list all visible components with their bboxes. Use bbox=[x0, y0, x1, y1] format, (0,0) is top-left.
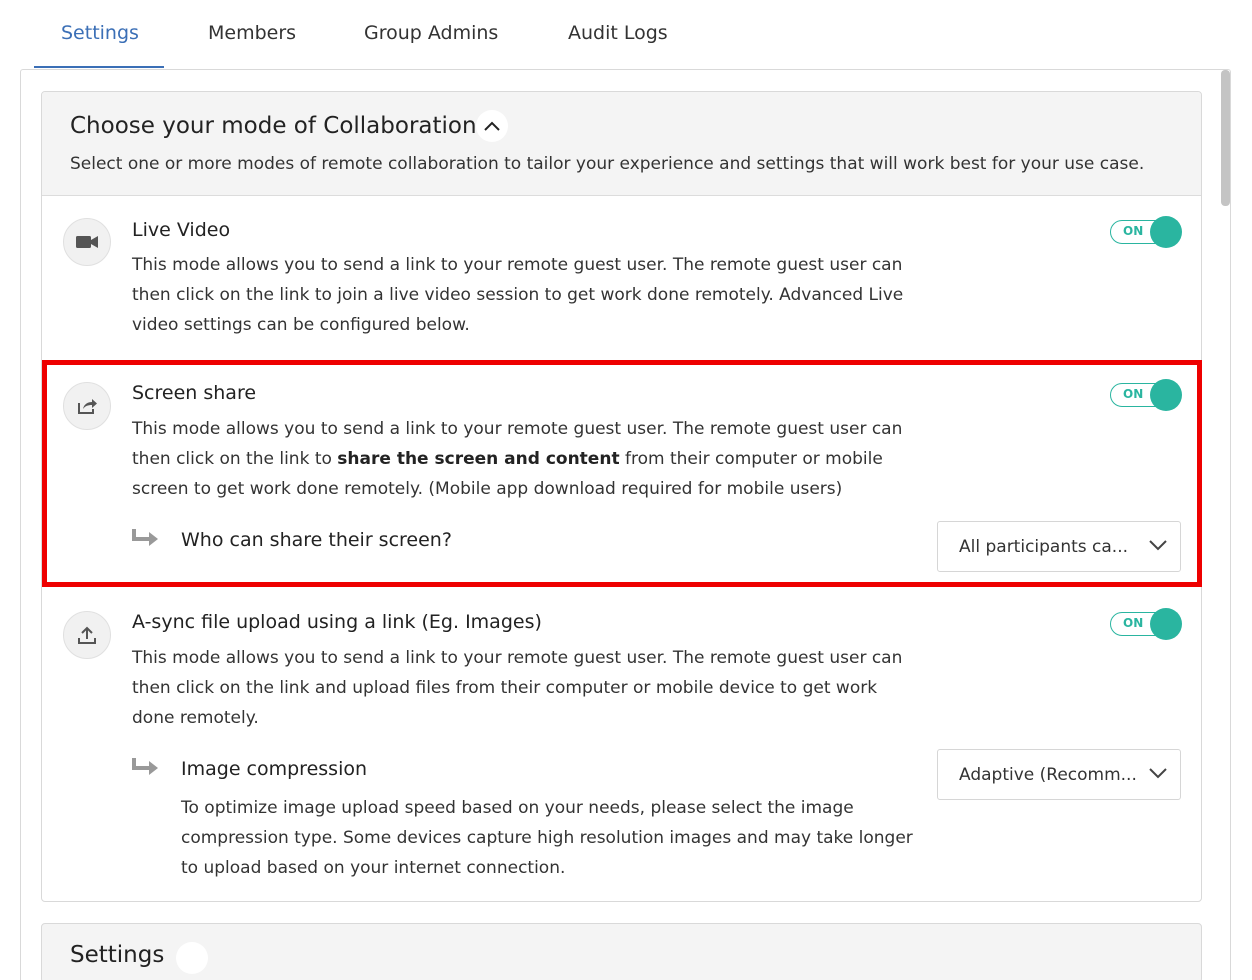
who-can-share-select[interactable]: All participants ca... bbox=[937, 521, 1181, 572]
live-video-mode-icon bbox=[63, 218, 111, 266]
collapse-button[interactable] bbox=[476, 110, 508, 142]
tab-group-admins[interactable]: Group Admins bbox=[364, 22, 498, 44]
share-icon bbox=[78, 399, 97, 414]
who-can-share-label: Who can share their screen? bbox=[181, 529, 452, 551]
chevron-up-icon bbox=[484, 121, 500, 131]
image-compression-label: Image compression bbox=[181, 758, 368, 780]
screen-share-description-bold: share the screen and content bbox=[337, 449, 620, 469]
chevron-down-icon bbox=[1149, 768, 1167, 779]
who-can-share-value: All participants ca... bbox=[959, 537, 1129, 557]
tab-bar: Settings Members Group Admins Audit Logs bbox=[0, 0, 1252, 70]
sub-setting-arrow-icon bbox=[132, 758, 158, 775]
screen-share-mode-icon bbox=[63, 382, 111, 430]
image-compression-value: Adaptive (Recomm... bbox=[959, 765, 1137, 785]
chevron-down-icon bbox=[1149, 540, 1167, 551]
collaboration-panel: Choose your mode of Collaboration Select… bbox=[41, 91, 1202, 902]
screen-share-title: Screen share bbox=[132, 382, 257, 404]
active-tab-indicator bbox=[34, 66, 164, 68]
sub-setting-arrow-icon bbox=[132, 529, 158, 546]
file-upload-toggle[interactable]: ON bbox=[1110, 608, 1182, 640]
collaboration-panel-header: Choose your mode of Collaboration Select… bbox=[42, 92, 1201, 196]
toggle-label: ON bbox=[1123, 616, 1144, 630]
scrollbar-thumb[interactable] bbox=[1221, 70, 1230, 206]
tab-members[interactable]: Members bbox=[208, 22, 296, 44]
video-camera-icon bbox=[76, 236, 98, 248]
file-upload-mode-icon bbox=[63, 611, 111, 659]
image-compression-select[interactable]: Adaptive (Recomm... bbox=[937, 749, 1181, 800]
collaboration-title: Choose your mode of Collaboration bbox=[70, 113, 477, 139]
collaboration-description: Select one or more modes of remote colla… bbox=[70, 154, 1145, 174]
settings-panel: Settings bbox=[41, 923, 1202, 980]
tab-audit-logs[interactable]: Audit Logs bbox=[568, 22, 668, 44]
file-upload-title: A-sync file upload using a link (Eg. Ima… bbox=[132, 611, 542, 633]
live-video-description: This mode allows you to send a link to y… bbox=[132, 255, 904, 335]
image-compression-description: To optimize image upload speed based on … bbox=[181, 798, 913, 878]
live-video-title: Live Video bbox=[132, 219, 231, 241]
settings-panel-title: Settings bbox=[70, 942, 165, 968]
live-video-toggle[interactable]: ON bbox=[1110, 216, 1182, 248]
upload-icon bbox=[78, 626, 96, 644]
toggle-label: ON bbox=[1123, 387, 1144, 401]
toggle-label: ON bbox=[1123, 224, 1144, 238]
tab-settings[interactable]: Settings bbox=[61, 22, 139, 44]
screen-share-description: This mode allows you to send a link to y… bbox=[132, 414, 922, 504]
settings-collapse-button[interactable] bbox=[176, 942, 208, 974]
screen-share-toggle[interactable]: ON bbox=[1110, 379, 1182, 411]
file-upload-description: This mode allows you to send a link to y… bbox=[132, 648, 903, 728]
